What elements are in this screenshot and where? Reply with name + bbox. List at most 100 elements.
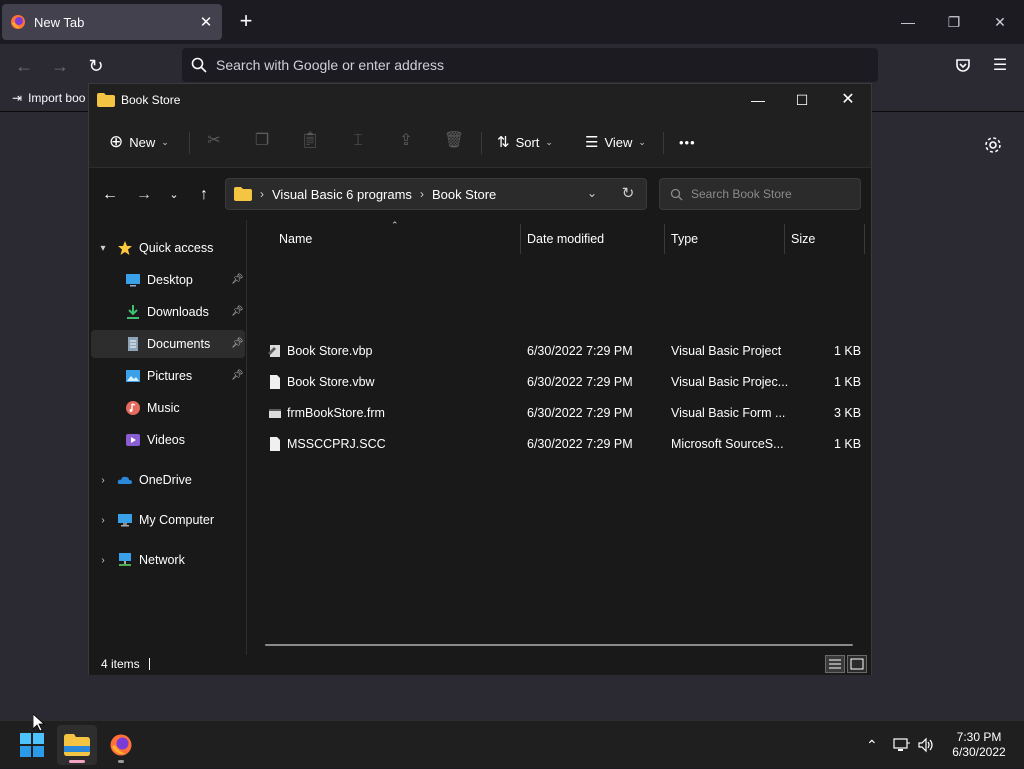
reload-icon[interactable]: ↻	[82, 52, 110, 80]
menu-icon[interactable]: ☰	[986, 52, 1014, 80]
search-input[interactable]: Search Book Store	[659, 178, 861, 210]
taskbar-firefox[interactable]	[101, 725, 141, 765]
download-icon	[127, 305, 139, 319]
restore-icon[interactable]: ❐	[940, 8, 968, 36]
column-header-date[interactable]: Date modified	[521, 224, 665, 254]
gear-icon[interactable]	[982, 134, 1004, 156]
table-row[interactable]: Book Store.vbw 6/30/2022 7:29 PM Visual …	[249, 367, 871, 397]
nav-label: My Computer	[139, 513, 215, 527]
recent-locations-icon[interactable]: ⌄	[161, 182, 187, 208]
close-icon[interactable]: ✕	[986, 8, 1014, 36]
nav-item-pictures[interactable]: Pictures 📌︎	[91, 362, 245, 390]
toolbar-divider	[481, 132, 482, 154]
breadcrumb-item[interactable]: Visual Basic 6 programs	[272, 187, 412, 202]
mouse-cursor-icon	[33, 714, 45, 732]
nav-label: Desktop	[147, 273, 193, 287]
explorer-minimize-icon[interactable]: —	[735, 86, 781, 114]
nav-item-videos[interactable]: Videos	[91, 426, 245, 454]
cut-icon[interactable]: ✂	[203, 130, 225, 152]
table-row[interactable]: frmBookStore.frm 6/30/2022 7:29 PM Visua…	[249, 398, 871, 428]
column-header-size[interactable]: Size	[785, 224, 865, 254]
nav-item-downloads[interactable]: Downloads 📌︎	[91, 298, 245, 326]
start-button[interactable]	[12, 725, 52, 765]
system-clock[interactable]: 7:30 PM 6/30/2022	[944, 730, 1014, 760]
rename-icon[interactable]: ⌶	[347, 130, 369, 152]
tab-new-tab[interactable]: New Tab ✕	[2, 4, 222, 40]
file-type: Visual Basic Project	[671, 344, 782, 358]
volume-icon[interactable]	[917, 721, 935, 769]
plus-circle-icon: ⊕	[109, 132, 124, 151]
explorer-maximize-icon[interactable]: ☐	[779, 86, 825, 114]
view-button[interactable]: ☰ View ⌄	[585, 128, 646, 156]
forward-icon[interactable]: →	[131, 182, 157, 208]
url-placeholder: Search with Google or enter address	[216, 57, 445, 73]
breadcrumb-item[interactable]: Book Store	[432, 187, 496, 202]
refresh-icon[interactable]: ↻	[617, 183, 639, 205]
cloud-icon	[117, 476, 132, 484]
more-options-button[interactable]: •••	[679, 128, 696, 156]
new-button[interactable]: ⊕ New ⌄	[109, 128, 169, 156]
nav-item-quick-access[interactable]: ▾ Quick access	[91, 234, 245, 262]
copy-icon[interactable]: ❐	[251, 130, 273, 152]
network-tray-icon[interactable]	[893, 721, 911, 769]
horizontal-scrollbar[interactable]	[265, 644, 853, 646]
share-icon[interactable]: ⇪	[395, 130, 417, 152]
up-icon[interactable]: ↑	[191, 182, 217, 208]
table-row[interactable]: Book Store.vbp 6/30/2022 7:29 PM Visual …	[249, 336, 871, 366]
nav-item-network[interactable]: › Network	[91, 546, 245, 574]
running-indicator	[118, 760, 124, 763]
nav-item-desktop[interactable]: Desktop 📌︎	[91, 266, 245, 294]
address-dropdown-icon[interactable]: ⌄	[587, 186, 597, 200]
file-explorer-window: Book Store — ☐ ✕ ⊕ New ⌄ ✂ ❐ 📋︎ ⌶ ⇪ 🗑︎ ⇅…	[88, 83, 872, 675]
status-bar: 4 items	[89, 655, 871, 675]
nav-label: Quick access	[139, 241, 214, 255]
nav-label: Videos	[147, 433, 185, 447]
chevron-right-icon[interactable]: ›	[97, 515, 109, 526]
chevron-right-icon[interactable]: ›	[97, 475, 109, 486]
nav-item-onedrive[interactable]: › OneDrive	[91, 466, 245, 494]
back-icon[interactable]: ←	[97, 182, 123, 208]
nav-item-documents[interactable]: Documents 📌︎	[91, 330, 245, 358]
pocket-icon[interactable]	[955, 57, 971, 73]
new-tab-button[interactable]: +	[232, 8, 260, 36]
view-label: View	[604, 134, 633, 150]
desktop-icon	[126, 274, 140, 287]
file-date: 6/30/2022 7:29 PM	[527, 437, 633, 451]
nav-item-music[interactable]: Music	[91, 394, 245, 422]
file-list: ⌃ Name Date modified Type Size Book Stor…	[249, 220, 871, 655]
explorer-close-icon[interactable]: ✕	[825, 86, 871, 114]
chevron-up-icon: ⌃	[866, 736, 878, 753]
pin-icon: 📌︎	[231, 306, 244, 317]
column-header-name[interactable]: Name	[273, 224, 521, 254]
show-hidden-icons[interactable]: ⌃	[866, 721, 878, 769]
clock-date: 6/30/2022	[952, 745, 1006, 759]
taskbar-file-explorer[interactable]	[57, 725, 97, 765]
column-header-type[interactable]: Type	[665, 224, 785, 254]
document-icon	[270, 437, 280, 451]
file-type: Visual Basic Projec...	[671, 375, 789, 389]
address-bar[interactable]: › Visual Basic 6 programs › Book Store	[225, 178, 647, 210]
import-bookmarks-item[interactable]: ⇥ Import boo	[12, 91, 85, 105]
network-icon	[119, 553, 131, 566]
minimize-icon[interactable]: —	[894, 8, 922, 36]
nav-label: Network	[139, 553, 185, 567]
delete-icon[interactable]: 🗑︎	[443, 130, 465, 152]
paste-icon[interactable]: 📋︎	[299, 130, 321, 152]
sort-button[interactable]: ⇅ Sort ⌄	[497, 128, 553, 156]
url-bar[interactable]: Search with Google or enter address	[182, 48, 878, 82]
windows-icon	[20, 733, 44, 757]
file-name: frmBookStore.frm	[287, 406, 385, 420]
forward-icon[interactable]: →	[46, 52, 74, 80]
details-view-icon[interactable]	[825, 655, 845, 673]
file-explorer-icon	[64, 734, 90, 756]
large-icons-view-icon[interactable]	[847, 655, 867, 673]
table-row[interactable]: MSSCCPRJ.SCC 6/30/2022 7:29 PM Microsoft…	[249, 429, 871, 459]
nav-item-my-computer[interactable]: › My Computer	[91, 506, 245, 534]
tab-close-icon[interactable]: ✕	[198, 13, 214, 31]
back-icon[interactable]: ←	[10, 52, 38, 80]
chevron-down-icon[interactable]: ▾	[97, 243, 109, 254]
breadcrumb-chevron-icon: ›	[260, 187, 264, 201]
chevron-right-icon[interactable]: ›	[97, 555, 109, 566]
vb-form-icon	[269, 409, 281, 418]
browser-nav-bar: ← → ↻ Search with Google or enter addres…	[0, 44, 1024, 86]
